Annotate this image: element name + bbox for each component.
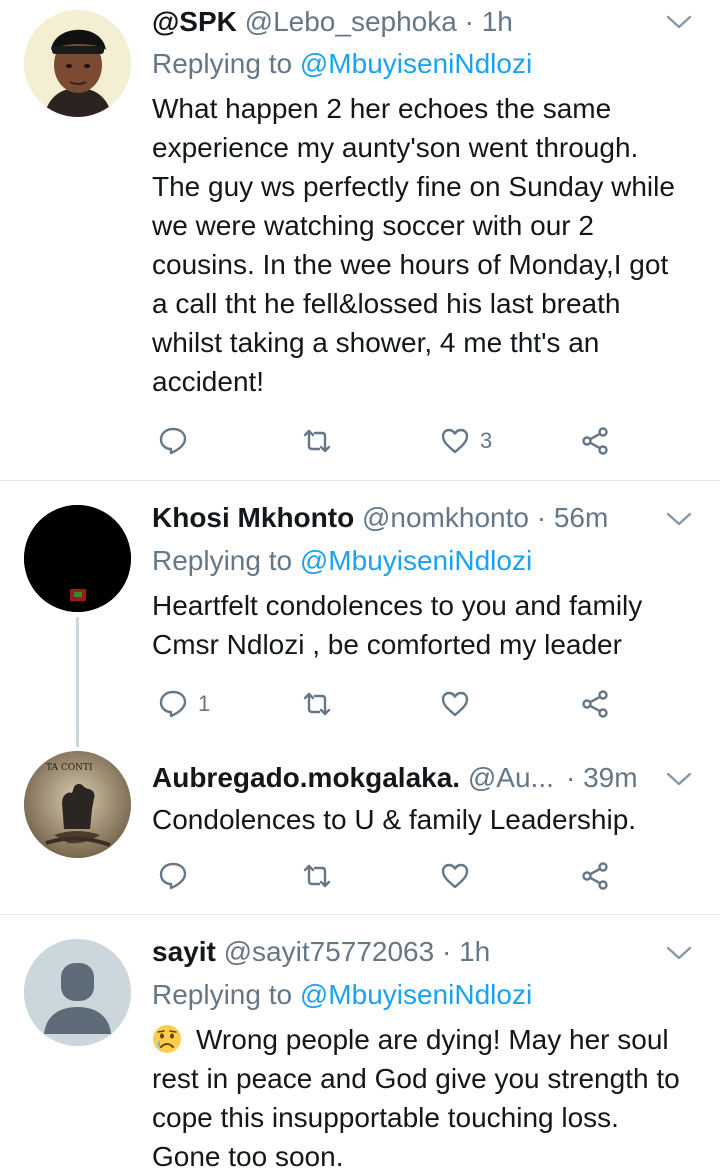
heart-icon xyxy=(441,863,469,889)
avatar[interactable] xyxy=(24,939,131,1046)
like-button[interactable]: 3 xyxy=(440,421,492,461)
replying-to-label: Replying to xyxy=(152,48,293,79)
display-name[interactable]: @SPK xyxy=(152,6,237,37)
avatar[interactable] xyxy=(24,505,131,612)
share-button[interactable] xyxy=(580,421,610,461)
reply-icon xyxy=(159,690,187,718)
chevron-down-icon[interactable] xyxy=(666,943,692,963)
retweet-button[interactable] xyxy=(300,856,344,896)
heart-icon xyxy=(441,691,469,717)
display-name[interactable]: Khosi Mkhonto xyxy=(152,502,354,533)
tweet-text: Condolences to U & family Leadership. xyxy=(152,804,637,835)
timestamp-group: · 39m xyxy=(566,758,638,798)
retweet-icon xyxy=(303,692,331,716)
tweet-text: Heartfelt condolences to you and family … xyxy=(152,590,643,660)
share-icon xyxy=(582,862,608,890)
separator-dot: · xyxy=(566,762,576,793)
display-name[interactable]: Aubregado.mokgalaka. xyxy=(152,762,460,793)
tweet-sayit[interactable]: sayit @sayit75772063 · 1h Replying to @M… xyxy=(0,915,720,1173)
share-icon xyxy=(582,690,608,718)
reply-icon xyxy=(159,427,187,455)
default-profile-icon xyxy=(24,939,131,1046)
retweet-icon xyxy=(303,864,331,888)
tweet-header: Aubregado.mokgalaka. @Au... xyxy=(152,758,630,798)
like-button[interactable] xyxy=(440,684,480,724)
chevron-down-icon[interactable] xyxy=(666,12,692,32)
share-button[interactable] xyxy=(580,684,610,724)
chevron-down-icon[interactable] xyxy=(666,769,692,789)
timestamp[interactable]: 1h xyxy=(482,6,513,37)
tweet-text-container: Wrong people are dying! May her soul res… xyxy=(152,1020,680,1176)
reply-button[interactable]: 1 xyxy=(158,684,210,724)
tweet-spk[interactable]: @SPK @Lebo_sephoka · 1h Replying to @Mbu… xyxy=(0,0,720,478)
replying-to-label: Replying to xyxy=(152,979,293,1010)
action-bar: 3 xyxy=(152,421,632,461)
mention-link[interactable]: @MbuyiseniNdlozi xyxy=(300,979,532,1010)
chevron-down-icon[interactable] xyxy=(666,509,692,529)
action-bar: 1 xyxy=(152,684,632,724)
mention-link[interactable]: @MbuyiseniNdlozi xyxy=(300,48,532,79)
timestamp[interactable]: 39m xyxy=(583,762,637,793)
action-bar xyxy=(152,856,632,896)
replying-to: Replying to @MbuyiseniNdlozi xyxy=(152,44,532,84)
thread-connector-line xyxy=(76,617,79,747)
timestamp[interactable]: 56m xyxy=(554,502,608,533)
avatar-photo xyxy=(24,10,131,117)
avatar[interactable]: TA CONTI xyxy=(24,751,131,858)
reply-button[interactable] xyxy=(158,421,198,461)
tweet-text: Wrong people are dying! May her soul res… xyxy=(152,1024,680,1172)
replying-to-label: Replying to xyxy=(152,545,293,576)
display-name[interactable]: sayit xyxy=(152,936,216,967)
reply-count: 1 xyxy=(198,691,211,716)
share-icon xyxy=(582,427,608,455)
share-button[interactable] xyxy=(580,856,610,896)
like-count: 3 xyxy=(480,428,493,453)
replying-to: Replying to @MbuyiseniNdlozi xyxy=(152,541,532,581)
tweet-header: sayit @sayit75772063 · 1h xyxy=(152,932,660,972)
crying-face-emoji-icon xyxy=(153,1025,181,1053)
tweet-text: What happen 2 her echoes the same experi… xyxy=(152,93,675,397)
heart-icon xyxy=(441,428,469,454)
timestamp[interactable]: 1h xyxy=(459,936,490,967)
like-button[interactable] xyxy=(440,856,480,896)
tweet-aubregado[interactable]: TA CONTI Aubregado.mokgalaka. @Au... · 3… xyxy=(0,741,720,911)
separator-dot: · xyxy=(441,936,452,967)
avatar-photo xyxy=(24,505,131,612)
user-handle[interactable]: @Au... xyxy=(468,762,554,793)
tweet-khosi-mkhonto[interactable]: Khosi Mkhonto @nomkhonto · 56m Replying … xyxy=(0,481,720,741)
retweet-button[interactable] xyxy=(300,421,344,461)
user-handle[interactable]: @sayit75772063 xyxy=(224,936,435,967)
separator-dot: · xyxy=(536,502,547,533)
tweet-header: @SPK @Lebo_sephoka · 1h xyxy=(152,2,660,42)
retweet-button[interactable] xyxy=(300,684,344,724)
avatar-caption: TA CONTI xyxy=(46,763,93,773)
user-handle[interactable]: @nomkhonto xyxy=(362,502,529,533)
separator-dot: · xyxy=(464,6,474,37)
reply-icon xyxy=(159,862,187,890)
replying-to: Replying to @MbuyiseniNdlozi xyxy=(152,975,532,1015)
mention-link[interactable]: @MbuyiseniNdlozi xyxy=(300,545,532,576)
avatar[interactable] xyxy=(24,10,131,117)
reply-button[interactable] xyxy=(158,856,198,896)
retweet-icon xyxy=(303,429,331,453)
user-handle[interactable]: @Lebo_sephoka xyxy=(245,6,457,37)
tweet-header: Khosi Mkhonto @nomkhonto · 56m xyxy=(152,498,660,538)
